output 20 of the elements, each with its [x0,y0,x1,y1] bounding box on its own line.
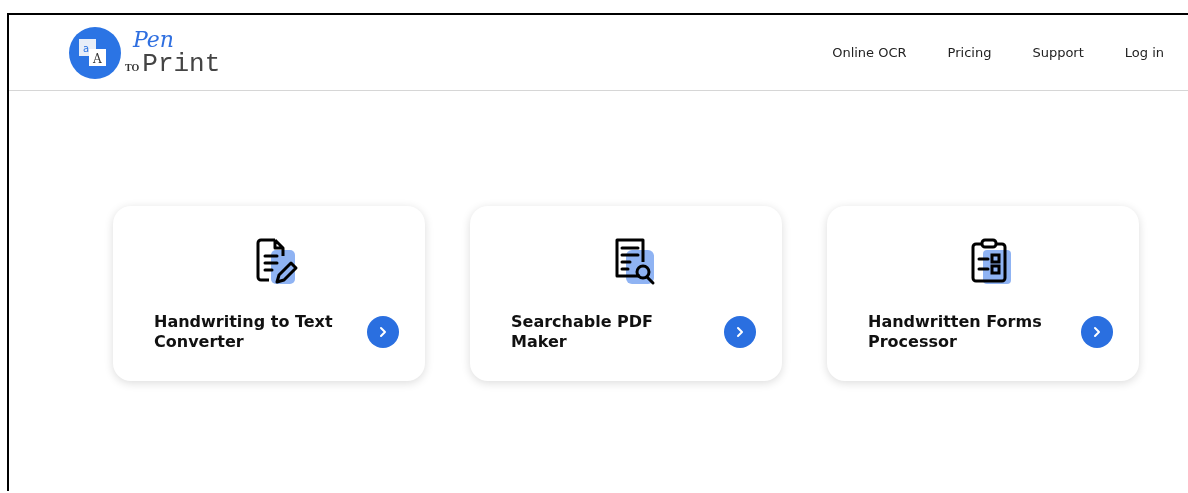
logo-text: TO [125,62,140,73]
logo-icon: a A [69,26,121,79]
logo-text: Pen [133,28,175,51]
arrow-button[interactable] [724,316,756,348]
nav-link[interactable]: Pricing [906,45,992,60]
card-title: Handwritten Forms Processor [868,312,1043,352]
arrow-button[interactable] [1081,316,1113,348]
card-title: Handwriting to Text Converter [154,312,334,352]
chevron-right-icon [378,326,388,338]
nav-link[interactable]: Support [991,45,1084,60]
card-title: Searchable PDF Maker [511,312,655,352]
chevron-right-icon [735,326,745,338]
service-card[interactable]: Searchable PDF Maker [470,206,782,381]
nav-link[interactable]: Log in [1083,45,1164,60]
nav-link[interactable]: Online OCR [791,45,907,60]
service-card[interactable]: Handwritten Forms Processor [827,206,1139,381]
service-card[interactable]: Handwriting to Text Converter [113,206,425,381]
logo-text: Print [142,50,221,77]
chevron-right-icon [1092,326,1102,338]
arrow-button[interactable] [367,316,399,348]
